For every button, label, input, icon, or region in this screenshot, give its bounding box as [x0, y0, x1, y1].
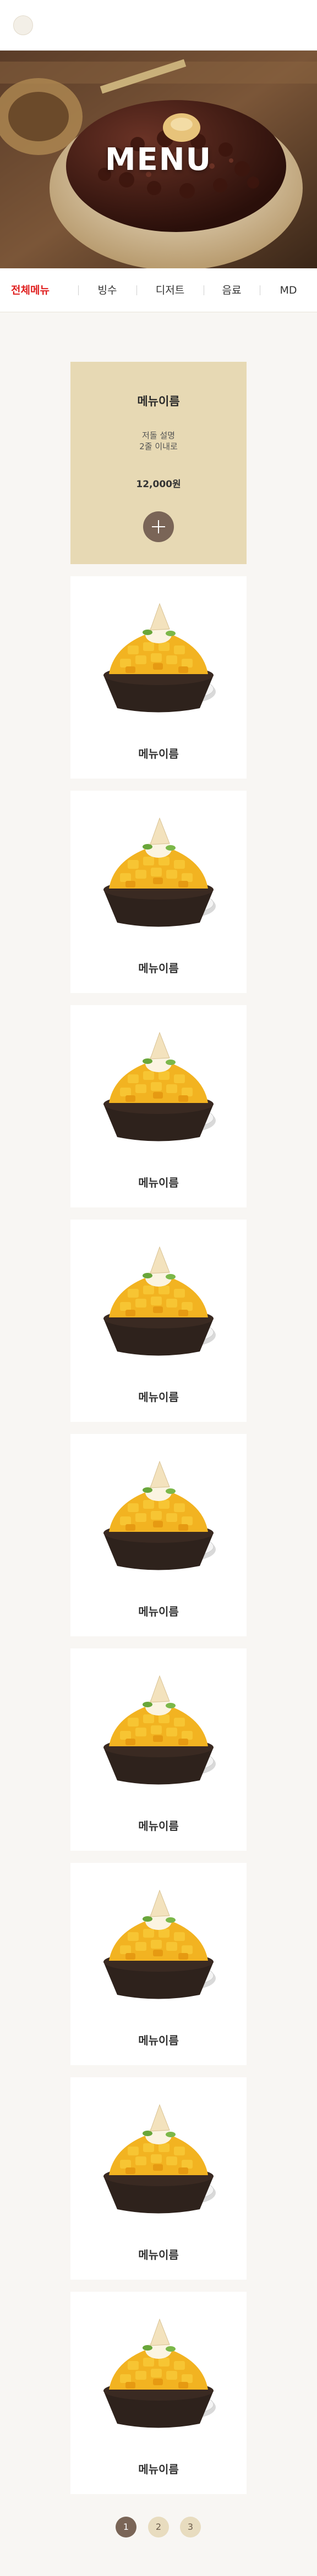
menu-item-description-line: 저돌 설명 — [142, 431, 175, 440]
menu-item-description: 저돌 설명 2줄 이내로 — [70, 430, 247, 452]
plus-icon[interactable] — [143, 511, 174, 542]
tab-dessert[interactable]: 디저트 — [136, 268, 204, 312]
menu-item-name: 메뉴이름 — [138, 1176, 179, 1189]
menu-item-name: 메뉴이름 — [138, 1391, 179, 1404]
menu-item-image — [103, 2318, 216, 2428]
menu-card[interactable]: 메뉴이름 — [70, 576, 247, 779]
menu-card[interactable]: 메뉴이름 — [70, 1220, 247, 1422]
menu-item-image — [103, 1246, 216, 1356]
category-tabs: 전체메뉴 빙수 디저트 음료 MD — [0, 268, 317, 312]
logo[interactable] — [13, 15, 33, 35]
menu-card[interactable]: 메뉴이름 — [70, 2077, 247, 2280]
menu-item-price: 12,000원 — [136, 479, 181, 490]
menu-item-name: 메뉴이름 — [138, 747, 179, 760]
menu-item-name: 메뉴이름 — [138, 2463, 179, 2476]
menu-card[interactable]: 메뉴이름 — [70, 791, 247, 993]
tab-md[interactable]: MD — [260, 268, 317, 312]
menu-item-image — [103, 817, 216, 927]
menu-item-image — [103, 2104, 216, 2214]
menu-item-image — [103, 1460, 216, 1570]
tab-drink[interactable]: 음료 — [204, 268, 260, 312]
menu-card[interactable]: 메뉴이름 — [70, 1005, 247, 1207]
hero-banner: MENU — [0, 51, 317, 268]
hero-title: MENU — [105, 142, 212, 178]
menu-item-image — [103, 1675, 216, 1785]
menu-item-name: 메뉴이름 — [138, 2248, 179, 2261]
menu-item-image — [103, 603, 216, 713]
tab-bingsu[interactable]: 빙수 — [78, 268, 136, 312]
top-header — [0, 0, 317, 51]
menu-card[interactable]: 메뉴이름 — [70, 1863, 247, 2065]
menu-item-name: 메뉴이름 — [137, 395, 180, 408]
menu-item-description-line: 2줄 이내로 — [139, 442, 178, 451]
page-button-2[interactable]: 2 — [148, 2517, 169, 2538]
page-button-1[interactable]: 1 — [116, 2517, 136, 2538]
menu-card[interactable]: 메뉴이름 — [70, 1648, 247, 1851]
menu-item-name: 메뉴이름 — [138, 962, 179, 975]
menu-item-image — [103, 1889, 216, 1999]
menu-item-image — [103, 1031, 216, 1141]
menu-card[interactable]: 메뉴이름 — [70, 1434, 247, 1636]
menu-card[interactable]: 메뉴이름 — [70, 2292, 247, 2494]
tab-all-menu[interactable]: 전체메뉴 — [0, 268, 61, 312]
pagination: 1 2 3 — [0, 2517, 317, 2539]
menu-item-name: 메뉴이름 — [138, 2034, 179, 2047]
page-button-3[interactable]: 3 — [180, 2517, 201, 2538]
menu-card-featured[interactable]: 메뉴이름 저돌 설명 2줄 이내로 12,000원 — [70, 362, 247, 564]
menu-item-name: 메뉴이름 — [138, 1819, 179, 1833]
menu-item-name: 메뉴이름 — [138, 1605, 179, 1618]
